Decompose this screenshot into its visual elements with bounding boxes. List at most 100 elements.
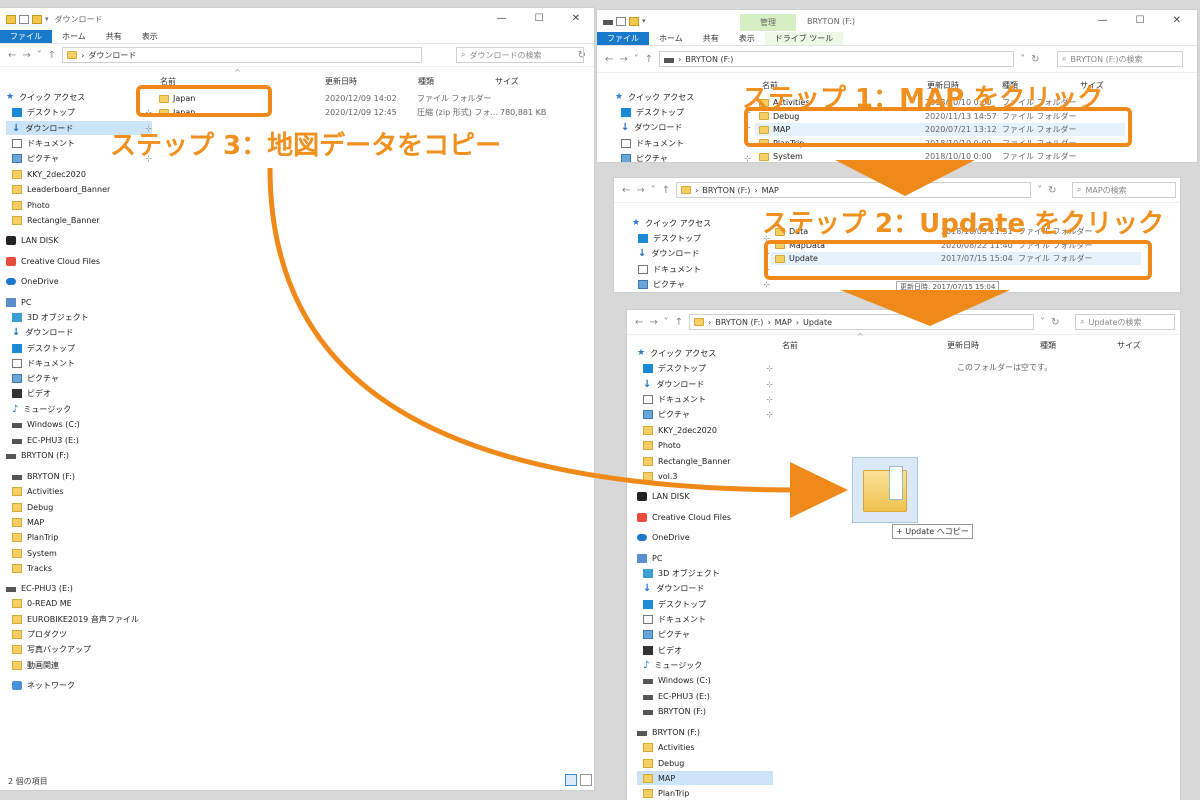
nav-item[interactable]: ビデオ	[6, 386, 152, 400]
nav-item[interactable]: Rectangle_Banner	[637, 454, 773, 468]
column-name[interactable]: 名前	[782, 340, 798, 351]
nav-item[interactable]: ピクチャ	[6, 371, 152, 385]
search-input[interactable]: ⌕ ダウンロードの検索	[456, 47, 584, 63]
nav-item[interactable]: 3D オブジェクト	[6, 310, 152, 324]
minimize-icon[interactable]: —	[1098, 15, 1108, 26]
nav-item[interactable]: vol.3	[637, 469, 773, 483]
nav-item[interactable]: ↓ ダウンロード ⊹	[637, 377, 773, 391]
search-input[interactable]: ⌕ MAPの検索	[1072, 182, 1176, 198]
nav-item[interactable]: Tracks	[6, 561, 152, 575]
chevron-down-icon[interactable]: ˅	[1020, 54, 1025, 65]
nav-item[interactable]: BRYTON (F:)	[6, 448, 146, 462]
nav-item[interactable]: PC	[637, 551, 767, 565]
nav-item[interactable]: PlanTrip	[637, 786, 773, 800]
tab-drive-tools[interactable]: ドライブ ツール	[764, 32, 844, 45]
close-icon[interactable]: ✕	[1173, 15, 1181, 26]
nav-item[interactable]: ★ クイック アクセス	[632, 216, 764, 230]
nav-item[interactable]: Creative Cloud Files	[637, 510, 767, 524]
nav-item[interactable]: OneDrive	[637, 530, 767, 544]
nav-item[interactable]: PlanTrip	[6, 530, 152, 544]
search-input[interactable]: ⌕ Updateの検索	[1075, 314, 1175, 330]
nav-item[interactable]: Debug	[6, 500, 152, 514]
nav-item[interactable]: EUROBIKE2019 音声ファイル	[6, 612, 152, 626]
details-view-icon[interactable]	[565, 774, 577, 786]
nav-item[interactable]: デスクトップ	[637, 597, 773, 611]
minimize-icon[interactable]: —	[497, 13, 507, 24]
nav-item[interactable]: ネットワーク	[6, 678, 152, 692]
column-size[interactable]: サイズ	[1117, 340, 1141, 351]
refresh-icon[interactable]: ↻	[1031, 54, 1039, 65]
nav-item[interactable]: ビデオ	[637, 643, 773, 657]
nav-item[interactable]: ♪ ミュージック	[637, 658, 773, 672]
nav-item[interactable]: Photo	[637, 438, 773, 452]
pin-icon[interactable]: ⊹	[763, 280, 770, 289]
pin-icon[interactable]: ⊹	[766, 380, 773, 389]
nav-item[interactable]: Creative Cloud Files	[6, 254, 146, 268]
column-date[interactable]: 更新日時	[325, 76, 357, 87]
pin-icon[interactable]: ⊹	[766, 364, 773, 373]
column-type[interactable]: 種類	[1040, 340, 1056, 351]
pin-icon[interactable]: ⊹	[766, 395, 773, 404]
nav-item[interactable]: 写真バックアップ	[6, 642, 152, 656]
nav-item[interactable]: KKY_2dec2020	[637, 423, 773, 437]
nav-item[interactable]: ドキュメント ⊹	[632, 262, 770, 276]
refresh-icon[interactable]: ↻	[1048, 185, 1056, 196]
nav-item[interactable]: ピクチャ ⊹	[632, 277, 770, 291]
nav-item[interactable]: EC-PHU3 (E:)	[6, 433, 152, 447]
nav-item[interactable]: BRYTON (F:)	[6, 469, 152, 483]
back-icon[interactable]: ←	[622, 185, 630, 196]
close-icon[interactable]: ✕	[572, 13, 580, 24]
nav-item[interactable]: MAP	[6, 515, 152, 529]
nav-item[interactable]: BRYTON (F:)	[637, 725, 767, 739]
nav-item[interactable]: EC-PHU3 (E:)	[637, 689, 773, 703]
nav-item[interactable]: 0-READ ME	[6, 596, 152, 610]
back-icon[interactable]: ←	[605, 54, 613, 65]
nav-item[interactable]: Windows (C:)	[637, 673, 773, 687]
nav-item[interactable]: ♪ ミュージック	[6, 402, 152, 416]
nav-item[interactable]: LAN DISK	[637, 489, 767, 503]
nav-item[interactable]: ★ クイック アクセス	[615, 90, 745, 104]
nav-item[interactable]: Activities	[6, 484, 152, 498]
nav-item[interactable]: ★ クイック アクセス	[637, 346, 767, 360]
nav-item[interactable]: ↓ ダウンロード ⊹	[632, 246, 770, 260]
nav-item[interactable]: Photo	[6, 198, 152, 212]
nav-item[interactable]: ドキュメント ⊹	[637, 392, 773, 406]
nav-item[interactable]: デスクトップ ⊹	[632, 231, 770, 245]
nav-item[interactable]: ↓ ダウンロード	[637, 581, 773, 595]
nav-item[interactable]: PC	[6, 295, 146, 309]
nav-item[interactable]: デスクトップ	[6, 341, 152, 355]
chevron-down-icon[interactable]: ˅	[1037, 185, 1042, 196]
column-type[interactable]: 種類	[418, 76, 434, 87]
nav-item[interactable]: Windows (C:)	[6, 417, 152, 431]
nav-item[interactable]: Leaderboard_Banner	[6, 182, 152, 196]
maximize-icon[interactable]: ☐	[1136, 15, 1145, 26]
column-size[interactable]: サイズ	[495, 76, 519, 87]
nav-item[interactable]: ↓ ダウンロード	[6, 325, 152, 339]
column-date[interactable]: 更新日時	[947, 340, 979, 351]
nav-item[interactable]: ★ クイック アクセス	[6, 90, 146, 104]
nav-item[interactable]: デスクトップ ⊹	[6, 105, 152, 119]
nav-item[interactable]: 3D オブジェクト	[637, 566, 773, 580]
nav-item[interactable]: System	[6, 546, 152, 560]
nav-item[interactable]: MAP	[637, 771, 773, 785]
nav-item[interactable]: ピクチャ ⊹	[637, 407, 773, 421]
nav-item[interactable]: BRYTON (F:)	[637, 704, 773, 718]
pin-icon[interactable]: ⊹	[744, 154, 751, 163]
nav-item[interactable]: ピクチャ	[637, 627, 773, 641]
nav-item[interactable]: ドキュメント	[6, 356, 152, 370]
nav-item[interactable]: プロダクツ	[6, 627, 152, 641]
pin-icon[interactable]: ⊹	[766, 410, 773, 419]
manage-context-tab[interactable]: 管理	[740, 14, 796, 31]
nav-item[interactable]: Debug	[637, 756, 773, 770]
nav-item[interactable]: 動画関連	[6, 658, 152, 672]
nav-item[interactable]: ピクチャ ⊹	[615, 151, 751, 162]
nav-item[interactable]: Activities	[637, 740, 773, 754]
nav-item[interactable]: LAN DISK	[6, 233, 146, 247]
nav-item[interactable]: Rectangle_Banner	[6, 213, 152, 227]
path-segment[interactable]: MAP	[762, 186, 779, 195]
large-icons-view-icon[interactable]	[580, 774, 592, 786]
nav-item[interactable]: デスクトップ ⊹	[615, 105, 751, 119]
nav-item[interactable]: ドキュメント	[637, 612, 773, 626]
file-row[interactable]: System 2018/10/10 0:00 ファイル フォルダー	[755, 150, 1125, 162]
refresh-icon[interactable]: ↻	[1051, 317, 1059, 328]
